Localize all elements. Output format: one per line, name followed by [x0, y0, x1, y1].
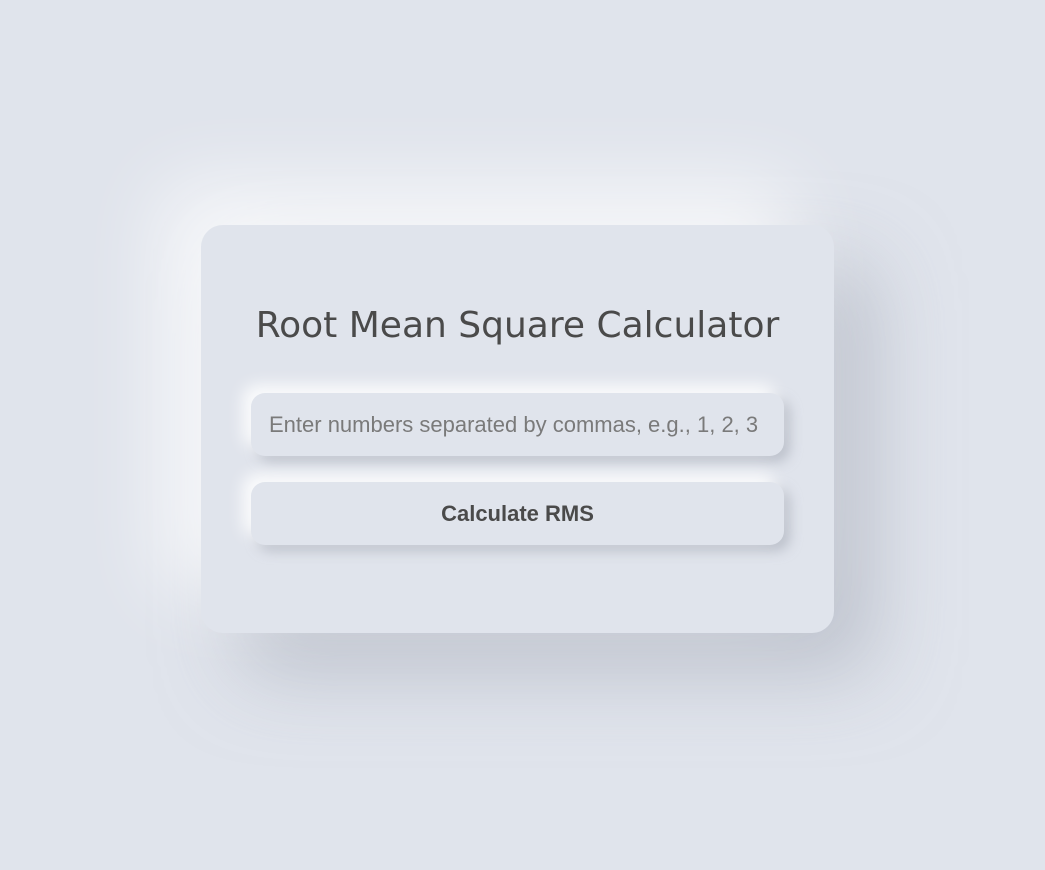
numbers-input[interactable]	[251, 393, 784, 456]
numbers-input-container	[251, 393, 784, 456]
page-title: Root Mean Square Calculator	[255, 305, 780, 346]
calculate-rms-button[interactable]: Calculate RMS	[251, 482, 784, 545]
calculator-card: Root Mean Square Calculator Calculate RM…	[201, 225, 834, 633]
